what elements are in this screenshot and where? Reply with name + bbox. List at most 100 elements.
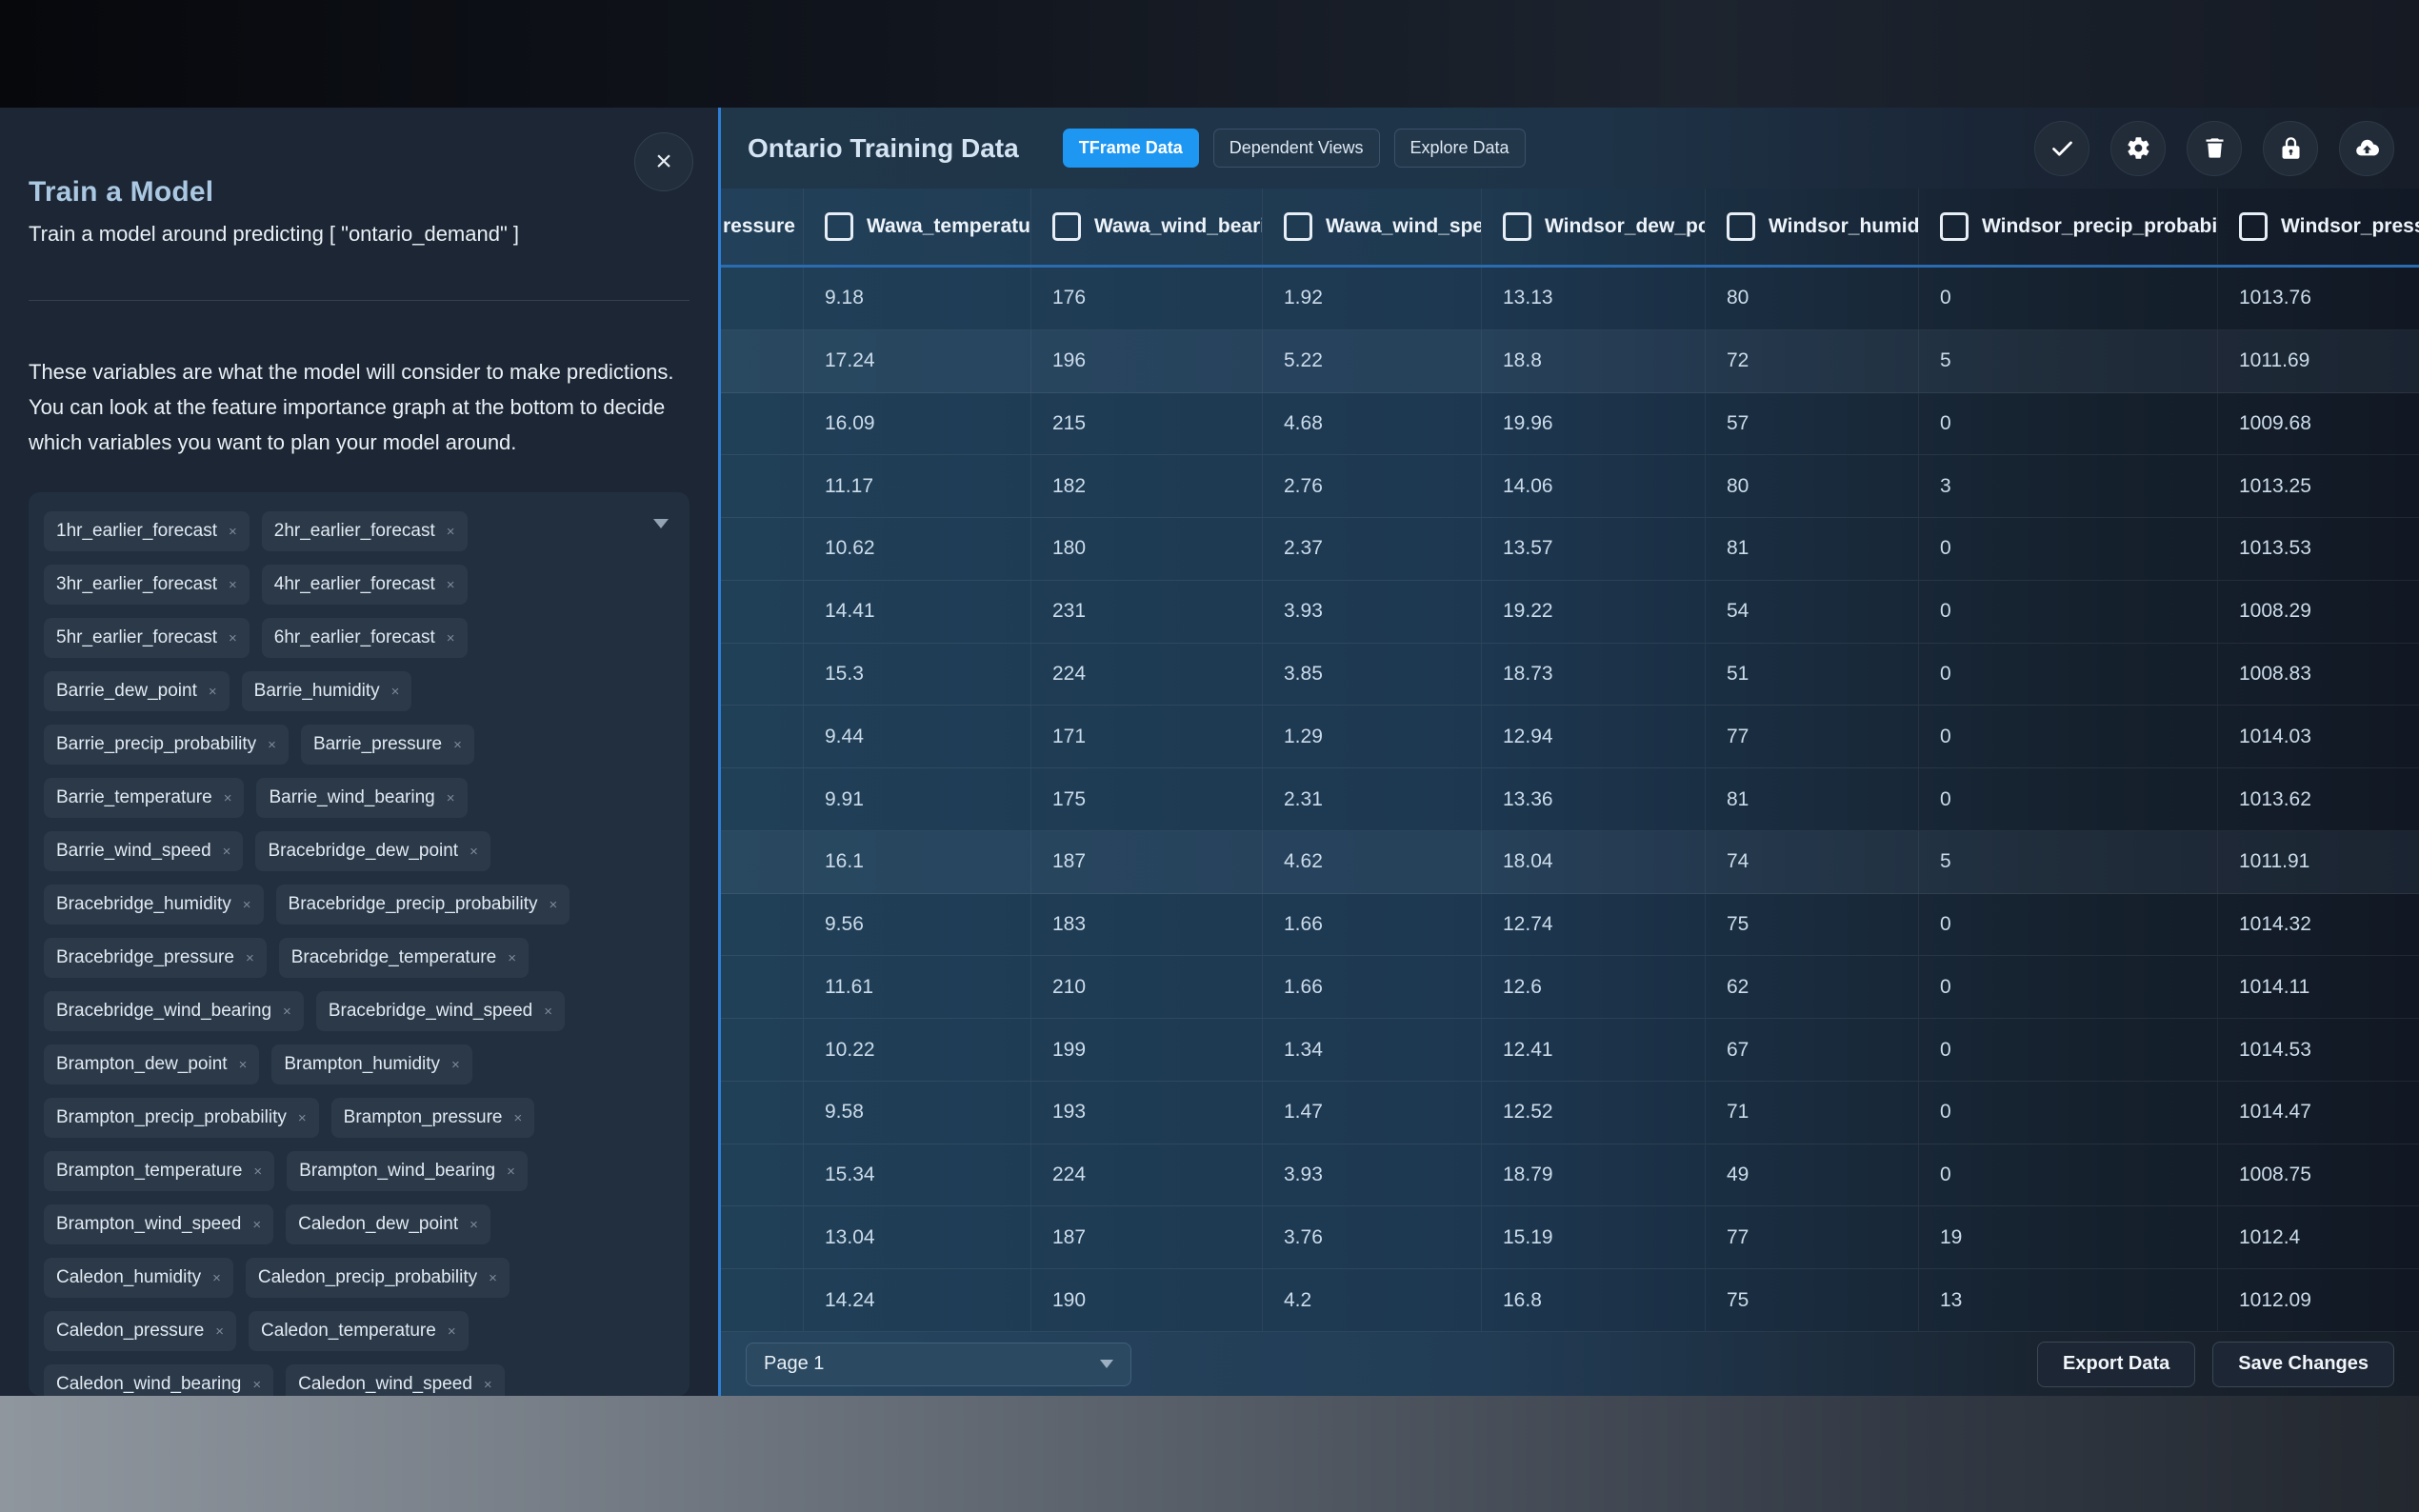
variable-tag[interactable]: Brampton_wind_speed×	[44, 1204, 273, 1244]
variable-tag[interactable]: Bracebridge_temperature×	[279, 938, 529, 978]
remove-tag-icon[interactable]: ×	[224, 790, 232, 806]
variable-tag[interactable]: Brampton_temperature×	[44, 1151, 274, 1191]
remove-tag-icon[interactable]: ×	[484, 1377, 492, 1393]
column-checkbox[interactable]	[825, 212, 853, 241]
remove-tag-icon[interactable]: ×	[447, 790, 455, 806]
column-checkbox[interactable]	[1727, 212, 1755, 241]
variable-tag[interactable]: 4hr_earlier_forecast×	[262, 565, 468, 605]
table-cell: 0	[1918, 1144, 2217, 1206]
remove-tag-icon[interactable]: ×	[246, 950, 254, 966]
variable-tag[interactable]: Brampton_pressure×	[331, 1098, 535, 1138]
upload-button[interactable]	[2339, 121, 2394, 176]
remove-tag-icon[interactable]: ×	[229, 630, 237, 647]
variable-tag[interactable]: Barrie_pressure×	[301, 725, 474, 765]
variable-tag[interactable]: Brampton_precip_probability×	[44, 1098, 319, 1138]
variable-tag[interactable]: Caledon_wind_bearing×	[44, 1364, 273, 1396]
remove-tag-icon[interactable]: ×	[243, 897, 251, 913]
variable-tag[interactable]: Bracebridge_humidity×	[44, 885, 264, 925]
variable-tag[interactable]: Barrie_humidity×	[242, 671, 412, 711]
column-checkbox[interactable]	[1284, 212, 1312, 241]
column-label: Windsor_dew_point	[1545, 215, 1705, 238]
variable-tag[interactable]: Caledon_precip_probability×	[246, 1258, 510, 1298]
remove-tag-icon[interactable]: ×	[268, 737, 276, 753]
variable-tag[interactable]: Barrie_wind_bearing×	[256, 778, 467, 818]
table-cell: 13.36	[1481, 768, 1705, 830]
variable-tag[interactable]: 5hr_earlier_forecast×	[44, 618, 250, 658]
variable-tag[interactable]: Brampton_dew_point×	[44, 1044, 259, 1084]
screen: × Train a Model Train a model around pre…	[0, 0, 2419, 1512]
chevron-down-icon[interactable]	[653, 519, 669, 528]
variable-tag[interactable]: Barrie_wind_speed×	[44, 831, 243, 871]
remove-tag-icon[interactable]: ×	[447, 524, 455, 540]
variable-tag[interactable]: Caledon_pressure×	[44, 1311, 236, 1351]
tab-tframe-data[interactable]: TFrame Data	[1063, 129, 1199, 168]
remove-tag-icon[interactable]: ×	[514, 1110, 523, 1126]
remove-tag-icon[interactable]: ×	[252, 1377, 261, 1393]
remove-tag-icon[interactable]: ×	[489, 1270, 497, 1286]
remove-tag-icon[interactable]: ×	[507, 1164, 515, 1180]
tab-explore-data[interactable]: Explore Data	[1394, 129, 1526, 168]
variable-tag[interactable]: 3hr_earlier_forecast×	[44, 565, 250, 605]
remove-tag-icon[interactable]: ×	[508, 950, 516, 966]
export-data-button[interactable]: Export Data	[2037, 1342, 2195, 1387]
column-checkbox[interactable]	[1940, 212, 1969, 241]
page-selector[interactable]: Page 1	[746, 1343, 1131, 1386]
variable-tag[interactable]: Barrie_precip_probability×	[44, 725, 289, 765]
variable-tag[interactable]: Barrie_dew_point×	[44, 671, 230, 711]
column-checkbox[interactable]	[2239, 212, 2268, 241]
variable-tag[interactable]: Bracebridge_precip_probability×	[276, 885, 570, 925]
variable-tag[interactable]: Bracebridge_pressure×	[44, 938, 267, 978]
tab-dependent-views[interactable]: Dependent Views	[1213, 129, 1380, 168]
remove-tag-icon[interactable]: ×	[453, 737, 462, 753]
variables-multiselect[interactable]: 1hr_earlier_forecast× 2hr_earlier_forecas…	[29, 492, 690, 1396]
table-cell	[721, 581, 803, 643]
tag-label: Caledon_temperature	[261, 1321, 436, 1342]
variable-tag[interactable]: Bracebridge_dew_point×	[255, 831, 490, 871]
confirm-button[interactable]	[2034, 121, 2089, 176]
table-cell: 0	[1918, 268, 2217, 329]
column-label: ressure	[723, 215, 795, 238]
variable-tag[interactable]: Bracebridge_wind_speed×	[316, 991, 565, 1031]
variable-tag[interactable]: Barrie_temperature×	[44, 778, 244, 818]
column-checkbox[interactable]	[1052, 212, 1081, 241]
variable-tag[interactable]: Brampton_wind_bearing×	[287, 1151, 528, 1191]
table-cell	[721, 1144, 803, 1206]
remove-tag-icon[interactable]: ×	[470, 844, 478, 860]
remove-tag-icon[interactable]: ×	[298, 1110, 307, 1126]
remove-tag-icon[interactable]: ×	[223, 844, 231, 860]
delete-button[interactable]	[2187, 121, 2242, 176]
variable-tag[interactable]: 2hr_earlier_forecast×	[262, 511, 468, 551]
remove-tag-icon[interactable]: ×	[209, 684, 217, 700]
remove-tag-icon[interactable]: ×	[549, 897, 557, 913]
remove-tag-icon[interactable]: ×	[229, 577, 237, 593]
remove-tag-icon[interactable]: ×	[470, 1217, 478, 1233]
settings-button[interactable]	[2110, 121, 2166, 176]
variable-tag[interactable]: 1hr_earlier_forecast×	[44, 511, 250, 551]
remove-tag-icon[interactable]: ×	[544, 1004, 552, 1020]
variable-tag-list: 1hr_earlier_forecast× 2hr_earlier_forecas…	[44, 511, 674, 1396]
lock-button[interactable]	[2263, 121, 2318, 176]
remove-tag-icon[interactable]: ×	[448, 1323, 456, 1340]
remove-tag-icon[interactable]: ×	[283, 1004, 291, 1020]
remove-tag-icon[interactable]: ×	[451, 1057, 460, 1073]
remove-tag-icon[interactable]: ×	[447, 577, 455, 593]
variable-tag[interactable]: Caledon_wind_speed×	[286, 1364, 505, 1396]
remove-tag-icon[interactable]: ×	[253, 1164, 262, 1180]
variable-tag[interactable]: Caledon_humidity×	[44, 1258, 233, 1298]
remove-tag-icon[interactable]: ×	[239, 1057, 248, 1073]
variable-tag[interactable]: Bracebridge_wind_bearing×	[44, 991, 304, 1031]
table-cell: 77	[1705, 706, 1918, 767]
variable-tag[interactable]: Caledon_dew_point×	[286, 1204, 490, 1244]
remove-tag-icon[interactable]: ×	[212, 1270, 221, 1286]
close-button[interactable]: ×	[634, 132, 693, 191]
remove-tag-icon[interactable]: ×	[229, 524, 237, 540]
column-checkbox[interactable]	[1503, 212, 1531, 241]
variable-tag[interactable]: Brampton_humidity×	[271, 1044, 471, 1084]
save-changes-button[interactable]: Save Changes	[2212, 1342, 2394, 1387]
remove-tag-icon[interactable]: ×	[447, 630, 455, 647]
variable-tag[interactable]: Caledon_temperature ×	[249, 1311, 469, 1351]
remove-tag-icon[interactable]: ×	[215, 1323, 224, 1340]
variable-tag[interactable]: 6hr_earlier_forecast×	[262, 618, 468, 658]
remove-tag-icon[interactable]: ×	[391, 684, 400, 700]
remove-tag-icon[interactable]: ×	[252, 1217, 261, 1233]
